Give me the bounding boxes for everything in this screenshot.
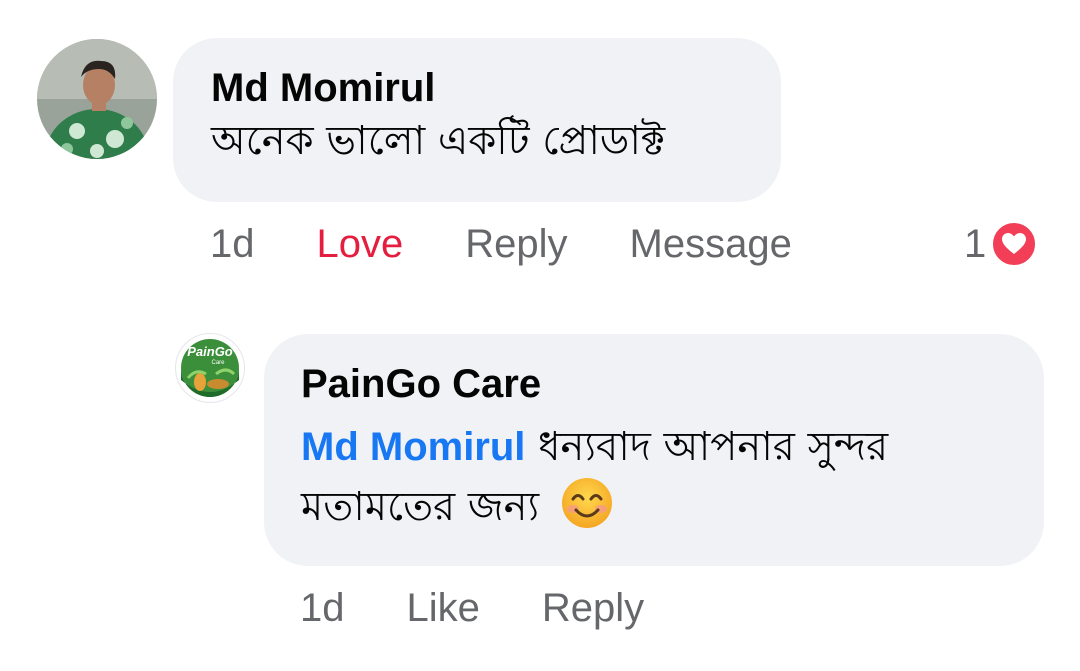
avatar-md-momirul[interactable] — [37, 39, 157, 159]
comment-timestamp[interactable]: 1d — [210, 222, 255, 267]
mention-link[interactable]: Md Momirul — [301, 425, 525, 469]
logo-subtext: Care — [211, 360, 225, 366]
heart-icon — [990, 220, 1039, 268]
reaction-summary[interactable]: 1 — [964, 220, 1039, 268]
comment-bubble[interactable]: Md Momirul অনেক ভালো একটি প্রোডাক্ট — [173, 38, 781, 202]
reply-bubble[interactable]: PainGo Care Md Momirul ধন্যবাদ আপনার সুন… — [264, 334, 1044, 566]
comment-text: অনেক ভালো একটি প্রোডাক্ট — [211, 118, 666, 164]
paingo-logo: PainGo Care — [178, 336, 242, 400]
reply-author[interactable]: PainGo Care — [301, 360, 1044, 408]
reply-button[interactable]: Reply — [465, 222, 567, 267]
logo-text: PainGo — [187, 344, 233, 359]
smiling-face-icon — [560, 476, 614, 530]
reply-text-block: Md Momirul ধন্যবাদ আপনার সুন্দর মতামতের … — [301, 418, 1021, 536]
like-button[interactable]: Like — [407, 586, 480, 631]
profile-photo — [37, 39, 157, 159]
love-button[interactable]: Love — [317, 222, 404, 267]
comment-actions: 1d Love Reply Message — [210, 222, 854, 267]
message-button[interactable]: Message — [630, 222, 792, 267]
avatar-paingo-care[interactable]: PainGo Care — [175, 333, 245, 403]
reaction-count: 1 — [964, 221, 987, 266]
reply-reply-button[interactable]: Reply — [542, 586, 644, 631]
comment-author[interactable]: Md Momirul — [211, 64, 781, 112]
reply-timestamp[interactable]: 1d — [300, 586, 345, 631]
reply-actions: 1d Like Reply — [300, 586, 706, 631]
